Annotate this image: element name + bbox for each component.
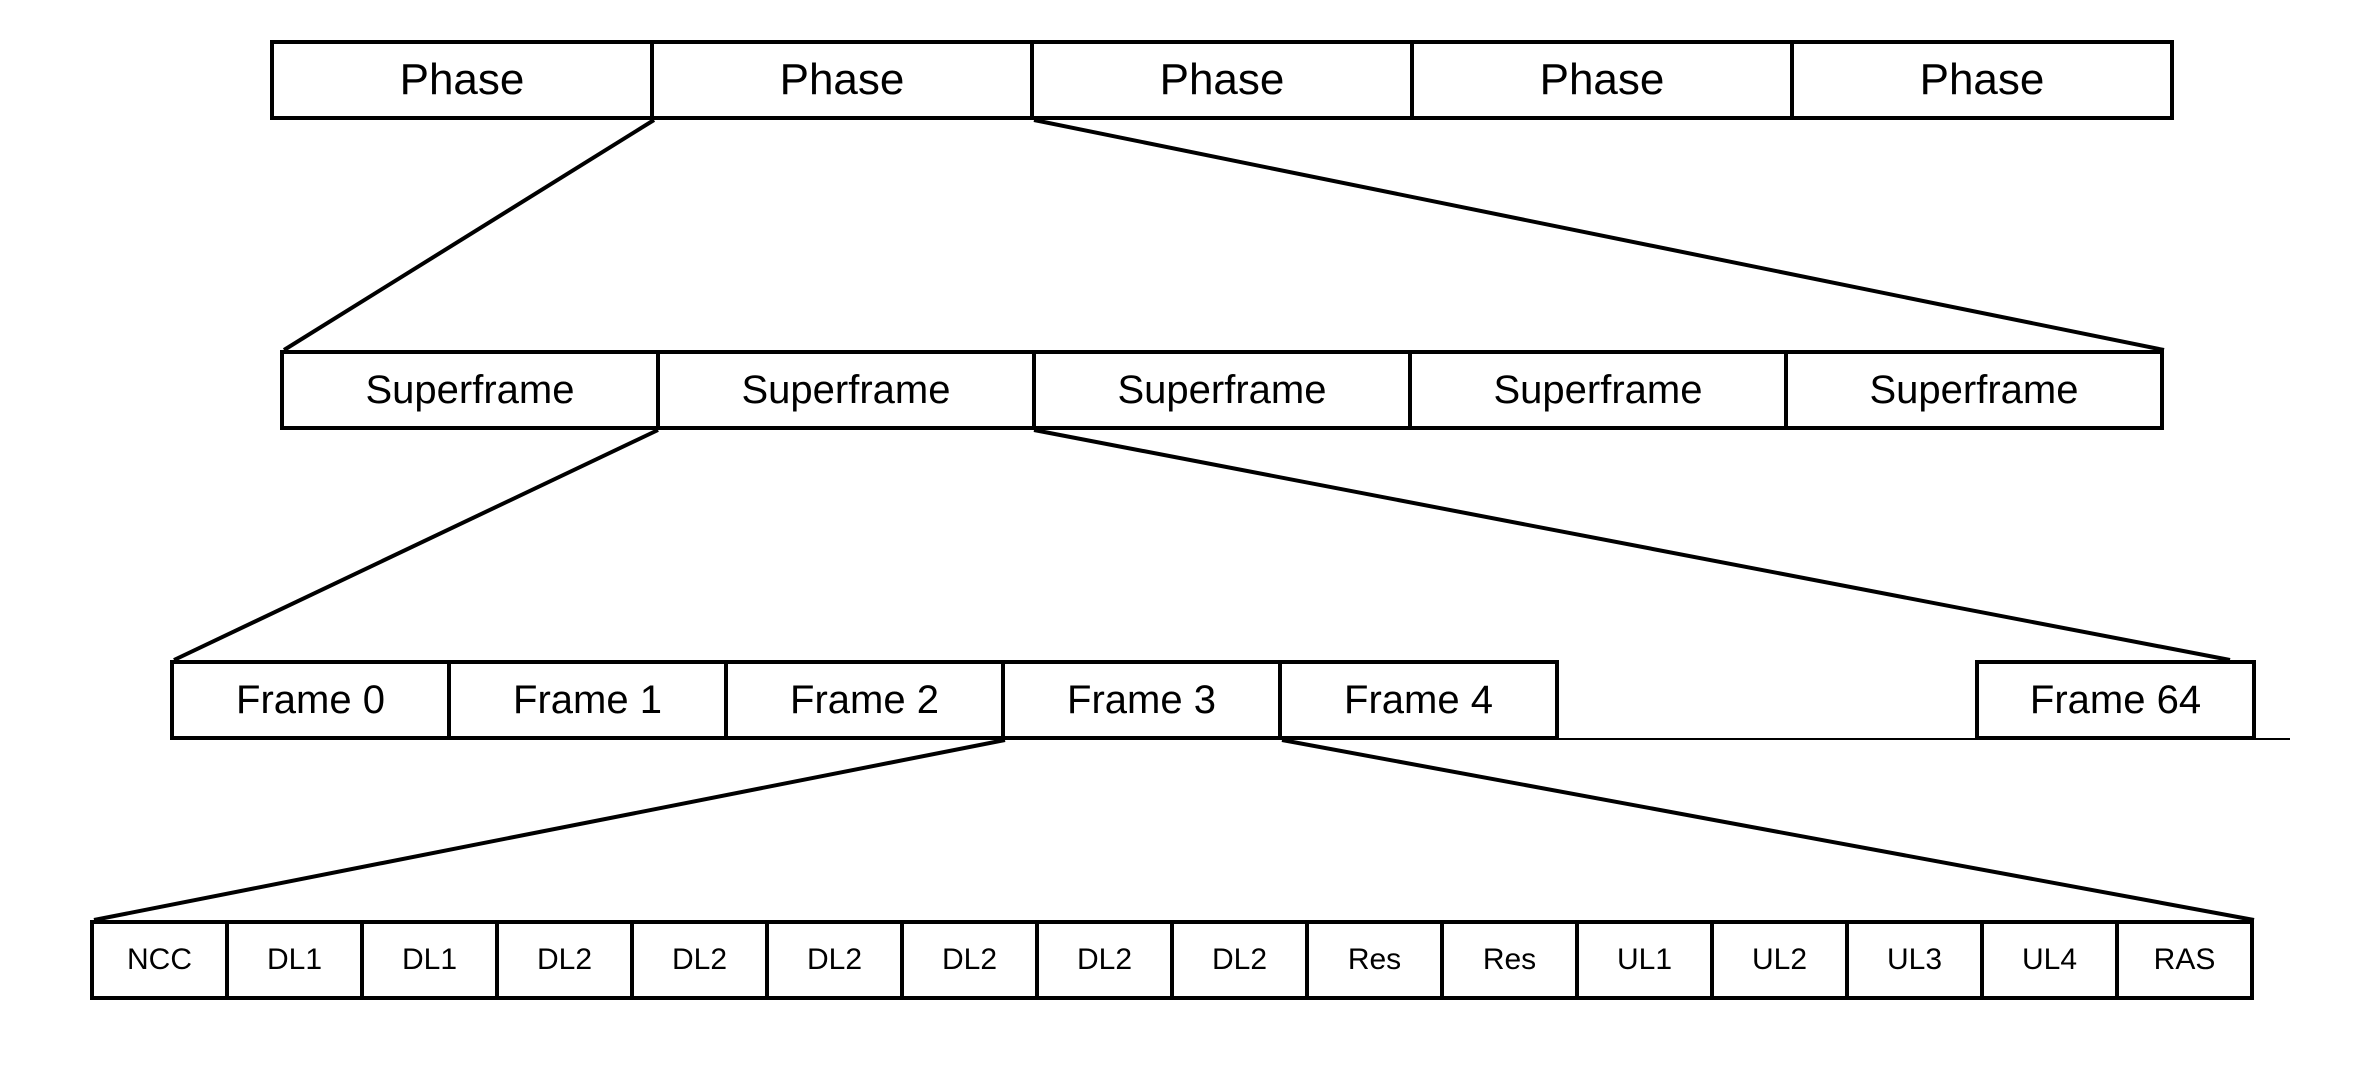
superframe-label: Superframe xyxy=(742,368,951,413)
phase-label: Phase xyxy=(1160,55,1285,105)
slot-label: DL1 xyxy=(267,943,322,977)
frame-label: Frame 0 xyxy=(236,678,385,723)
slot-cell: DL2 xyxy=(1035,920,1174,1000)
superframe-cell: Superframe xyxy=(1784,350,2164,430)
slot-cell: RAS xyxy=(2115,920,2254,1000)
frame-gap xyxy=(1559,660,1979,740)
phase-cell: Phase xyxy=(1790,40,2174,120)
slot-cell: DL2 xyxy=(765,920,904,1000)
slot-cell: DL2 xyxy=(900,920,1039,1000)
phase-cell: Phase xyxy=(650,40,1034,120)
slot-label: UL4 xyxy=(2022,943,2077,977)
frame-cell: Frame 3 xyxy=(1001,660,1282,740)
slot-label: DL2 xyxy=(807,943,862,977)
superframe-cell: Superframe xyxy=(656,350,1036,430)
superframe-row: Superframe Superframe Superframe Superfr… xyxy=(280,350,2164,430)
slot-label: DL2 xyxy=(942,943,997,977)
phase-cell: Phase xyxy=(1030,40,1414,120)
slot-cell: UL1 xyxy=(1575,920,1714,1000)
slot-label: DL2 xyxy=(1212,943,1267,977)
frame-label: Frame 64 xyxy=(2030,678,2201,723)
slot-row: NCC DL1 DL1 DL2 DL2 DL2 DL2 DL2 DL2 Res … xyxy=(90,920,2254,1000)
phase-label: Phase xyxy=(780,55,905,105)
superframe-cell: Superframe xyxy=(1408,350,1788,430)
frame-label: Frame 1 xyxy=(513,678,662,723)
slot-label: NCC xyxy=(127,943,192,977)
superframe-label: Superframe xyxy=(366,368,575,413)
connector-lines xyxy=(40,40,2318,1038)
frame-cell: Frame 4 xyxy=(1278,660,1559,740)
slot-cell: UL4 xyxy=(1980,920,2119,1000)
superframe-label: Superframe xyxy=(1494,368,1703,413)
slot-label: UL1 xyxy=(1617,943,1672,977)
phase-label: Phase xyxy=(400,55,525,105)
superframe-cell: Superframe xyxy=(280,350,660,430)
slot-cell: UL3 xyxy=(1845,920,1984,1000)
slot-label: RAS xyxy=(2154,943,2216,977)
phase-cell: Phase xyxy=(270,40,654,120)
slot-cell: Res xyxy=(1305,920,1444,1000)
frame-cell: Frame 2 xyxy=(724,660,1005,740)
slot-cell: DL2 xyxy=(495,920,634,1000)
slot-cell: DL1 xyxy=(225,920,364,1000)
superframe-label: Superframe xyxy=(1870,368,2079,413)
slot-cell: NCC xyxy=(90,920,229,1000)
slot-label: Res xyxy=(1348,943,1401,977)
phase-cell: Phase xyxy=(1410,40,1794,120)
frame-hierarchy-diagram: Phase Phase Phase Phase Phase Superframe… xyxy=(40,40,2318,1038)
slot-cell: Res xyxy=(1440,920,1579,1000)
slot-label: DL1 xyxy=(402,943,457,977)
phase-label: Phase xyxy=(1920,55,2045,105)
frame-label: Frame 2 xyxy=(790,678,939,723)
frame-cell: Frame 0 xyxy=(170,660,451,740)
superframe-cell: Superframe xyxy=(1032,350,1412,430)
frame-row: Frame 0 Frame 1 Frame 2 Frame 3 Frame 4 … xyxy=(170,660,2256,740)
slot-label: Res xyxy=(1483,943,1536,977)
slot-cell: DL2 xyxy=(1170,920,1309,1000)
slot-label: DL2 xyxy=(537,943,592,977)
slot-cell: UL2 xyxy=(1710,920,1849,1000)
slot-label: DL2 xyxy=(1077,943,1132,977)
frame-label: Frame 4 xyxy=(1344,678,1493,723)
slot-label: DL2 xyxy=(672,943,727,977)
slot-cell: DL1 xyxy=(360,920,499,1000)
phase-label: Phase xyxy=(1540,55,1665,105)
slot-label: UL3 xyxy=(1887,943,1942,977)
frame-cell-last: Frame 64 xyxy=(1975,660,2256,740)
slot-cell: DL2 xyxy=(630,920,769,1000)
frame-cell: Frame 1 xyxy=(447,660,728,740)
phase-row: Phase Phase Phase Phase Phase xyxy=(270,40,2174,120)
frame-label: Frame 3 xyxy=(1067,678,1216,723)
frame-baseline xyxy=(170,738,2290,740)
superframe-label: Superframe xyxy=(1118,368,1327,413)
slot-label: UL2 xyxy=(1752,943,1807,977)
